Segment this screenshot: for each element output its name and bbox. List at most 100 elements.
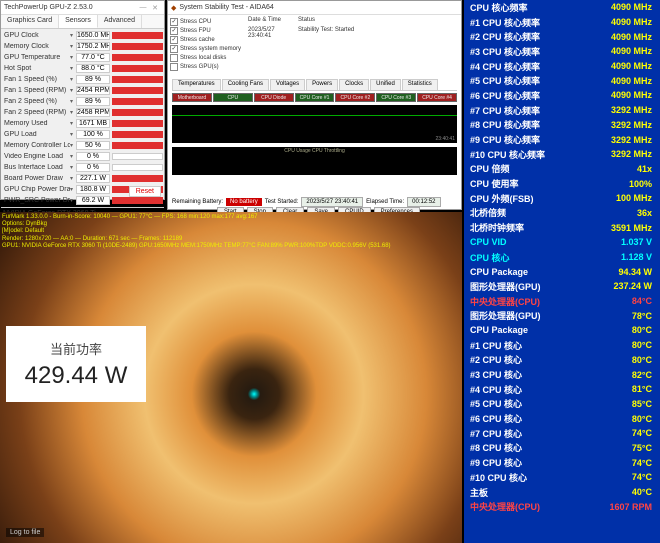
- stat-value: 84°C: [632, 296, 652, 306]
- sensor-row: Fan 1 Speed (RPM)▾2454 RPM: [2, 85, 163, 95]
- stat-value: 3292 MHz: [611, 120, 652, 130]
- stat-value: 1.128 V: [621, 252, 652, 262]
- stat-value: 36x: [637, 208, 652, 218]
- aida-bottom-bar: Remaining Battery: No battery Test Start…: [172, 197, 457, 207]
- sensor-value: 2458 RPM: [76, 108, 110, 117]
- sensor-label: Fan 2 Speed (%): [2, 98, 70, 105]
- gpuz-titlebar[interactable]: TechPowerUp GPU-Z 2.53.0 — ✕: [1, 1, 164, 15]
- sensor-value: 0 %: [76, 152, 110, 161]
- tab-sensors[interactable]: Sensors: [59, 15, 98, 28]
- stat-value: 3591 MHz: [611, 223, 652, 233]
- stress-option[interactable]: ✓Stress cache: [170, 35, 245, 44]
- core-legend-item[interactable]: Motherboard: [172, 93, 212, 102]
- sensor-label: Bus Interface Load: [2, 164, 70, 171]
- power-widget: 当前功率 429.44 W: [6, 326, 146, 402]
- status-label: Status: [298, 17, 315, 27]
- stress-option[interactable]: ✓Stress FPU: [170, 26, 245, 35]
- stat-value: 4090 MHz: [611, 61, 652, 71]
- sensor-value: 0 %: [76, 163, 110, 172]
- stat-label: #3 CPU 核心频率: [470, 45, 611, 58]
- stat-row: #3 CPU 核心频率4090 MHz: [464, 44, 660, 59]
- sensor-bar: [112, 197, 163, 204]
- core-legend-item[interactable]: CPU Core #2: [335, 93, 375, 102]
- date-value: 2023/5/27 23:40:41: [248, 27, 298, 37]
- core-legend: MotherboardCPUCPU DiodeCPU Core #1CPU Co…: [172, 93, 457, 103]
- graph-line: [172, 115, 457, 116]
- graph2-label: CPU Usage CPU Throttling: [284, 148, 345, 154]
- subtab[interactable]: Unified: [370, 79, 401, 90]
- stat-row: #5 CPU 核心频率4090 MHz: [464, 73, 660, 88]
- stat-label: 图形处理器(GPU): [470, 280, 613, 293]
- stat-value: 1.037 V: [621, 237, 652, 247]
- test-started-value: 2023/5/27 23:40:41: [301, 197, 363, 207]
- checkbox-icon[interactable]: [170, 63, 178, 71]
- core-legend-item[interactable]: CPU Diode: [254, 93, 294, 102]
- temperature-graph: 23:40:41: [172, 105, 457, 143]
- core-legend-item[interactable]: CPU Core #4: [417, 93, 457, 102]
- log-to-file-button[interactable]: Log to file: [6, 528, 44, 537]
- reset-button[interactable]: Reset: [129, 186, 161, 197]
- graph-timestamp: 23:40:41: [436, 136, 455, 142]
- stat-row: #6 CPU 核心频率4090 MHz: [464, 88, 660, 103]
- subtab[interactable]: Clocks: [339, 79, 369, 90]
- core-legend-item[interactable]: CPU Core #1: [295, 93, 335, 102]
- sensor-row: Fan 2 Speed (RPM)▾2458 RPM: [2, 107, 163, 117]
- stat-row: #8 CPU 核心75°C: [464, 441, 660, 456]
- checkbox-icon[interactable]: ✓: [170, 45, 178, 53]
- core-legend-item[interactable]: CPU Core #3: [376, 93, 416, 102]
- close-icon[interactable]: ✕: [149, 4, 161, 12]
- stat-label: 中央处理器(CPU): [470, 500, 609, 513]
- checkbox-icon[interactable]: ✓: [170, 18, 178, 26]
- stat-row: #3 CPU 核心82°C: [464, 367, 660, 382]
- stat-label: #6 CPU 核心频率: [470, 89, 611, 102]
- minimize-icon[interactable]: —: [137, 4, 149, 11]
- stat-row: 图形处理器(GPU)78°C: [464, 308, 660, 323]
- subtab[interactable]: Cooling Fans: [222, 79, 269, 90]
- stress-label: Stress GPU(s): [180, 64, 219, 70]
- tab-graphics-card[interactable]: Graphics Card: [1, 15, 59, 28]
- test-started-label: Test Started:: [265, 199, 299, 205]
- stat-row: #1 CPU 核心频率4090 MHz: [464, 15, 660, 30]
- stat-row: 中央处理器(CPU)1607 RPM: [464, 499, 660, 514]
- checkbox-icon[interactable]: ✓: [170, 27, 178, 35]
- stat-value: 74°C: [632, 472, 652, 482]
- subtab[interactable]: Statistics: [402, 79, 438, 90]
- sensor-bar: [112, 109, 163, 116]
- stat-label: CPU 核心频率: [470, 1, 611, 14]
- sensor-row: Video Engine Load▾0 %: [2, 151, 163, 161]
- stat-label: CPU Package: [470, 267, 618, 277]
- sensor-row: GPU Load▾100 %: [2, 129, 163, 139]
- checkbox-icon[interactable]: [170, 54, 178, 62]
- stress-option[interactable]: Stress GPU(s): [170, 62, 245, 71]
- stat-row: 主板40°C: [464, 485, 660, 500]
- sensor-value: 89 %: [76, 97, 110, 106]
- subtab[interactable]: Voltages: [270, 79, 305, 90]
- stat-label: 中央处理器(CPU): [470, 295, 632, 308]
- stat-value: 4090 MHz: [611, 46, 652, 56]
- subtab[interactable]: Powers: [306, 79, 338, 90]
- hwinfo-panel: CPU 核心频率4090 MHz#1 CPU 核心频率4090 MHz#2 CP…: [464, 0, 660, 543]
- sensor-row: Memory Used▾1671 MB: [2, 118, 163, 128]
- stat-value: 94.34 W: [618, 267, 652, 277]
- sensor-bar: [112, 32, 163, 39]
- checkbox-icon[interactable]: ✓: [170, 36, 178, 44]
- stat-value: 80°C: [632, 340, 652, 350]
- stress-option[interactable]: ✓Stress system memory: [170, 44, 245, 53]
- stat-label: CPU 倍频: [470, 162, 637, 175]
- sensor-value: 77.0 °C: [76, 53, 110, 62]
- stress-option[interactable]: ✓Stress CPU: [170, 17, 245, 26]
- stress-option[interactable]: Stress local disks: [170, 53, 245, 62]
- stat-label: CPU 使用率: [470, 177, 629, 190]
- stat-row: 北桥倍频36x: [464, 206, 660, 221]
- sensor-bar: [112, 65, 163, 72]
- aida-titlebar[interactable]: ◆ System Stability Test - AIDA64: [168, 1, 461, 15]
- sensor-value: 180.8 W: [76, 185, 110, 194]
- subtab[interactable]: Temperatures: [172, 79, 221, 90]
- stress-label: Stress local disks: [180, 55, 226, 61]
- stat-row: CPU Package80°C: [464, 323, 660, 338]
- stat-row: 图形处理器(GPU)237.24 W: [464, 279, 660, 294]
- core-legend-item[interactable]: CPU: [213, 93, 253, 102]
- tab-advanced[interactable]: Advanced: [98, 15, 142, 28]
- furmark-overlay: FurMark 1.33.0.0 - Burn-in-Score: 10040 …: [0, 212, 462, 252]
- stat-row: #7 CPU 核心频率3292 MHz: [464, 103, 660, 118]
